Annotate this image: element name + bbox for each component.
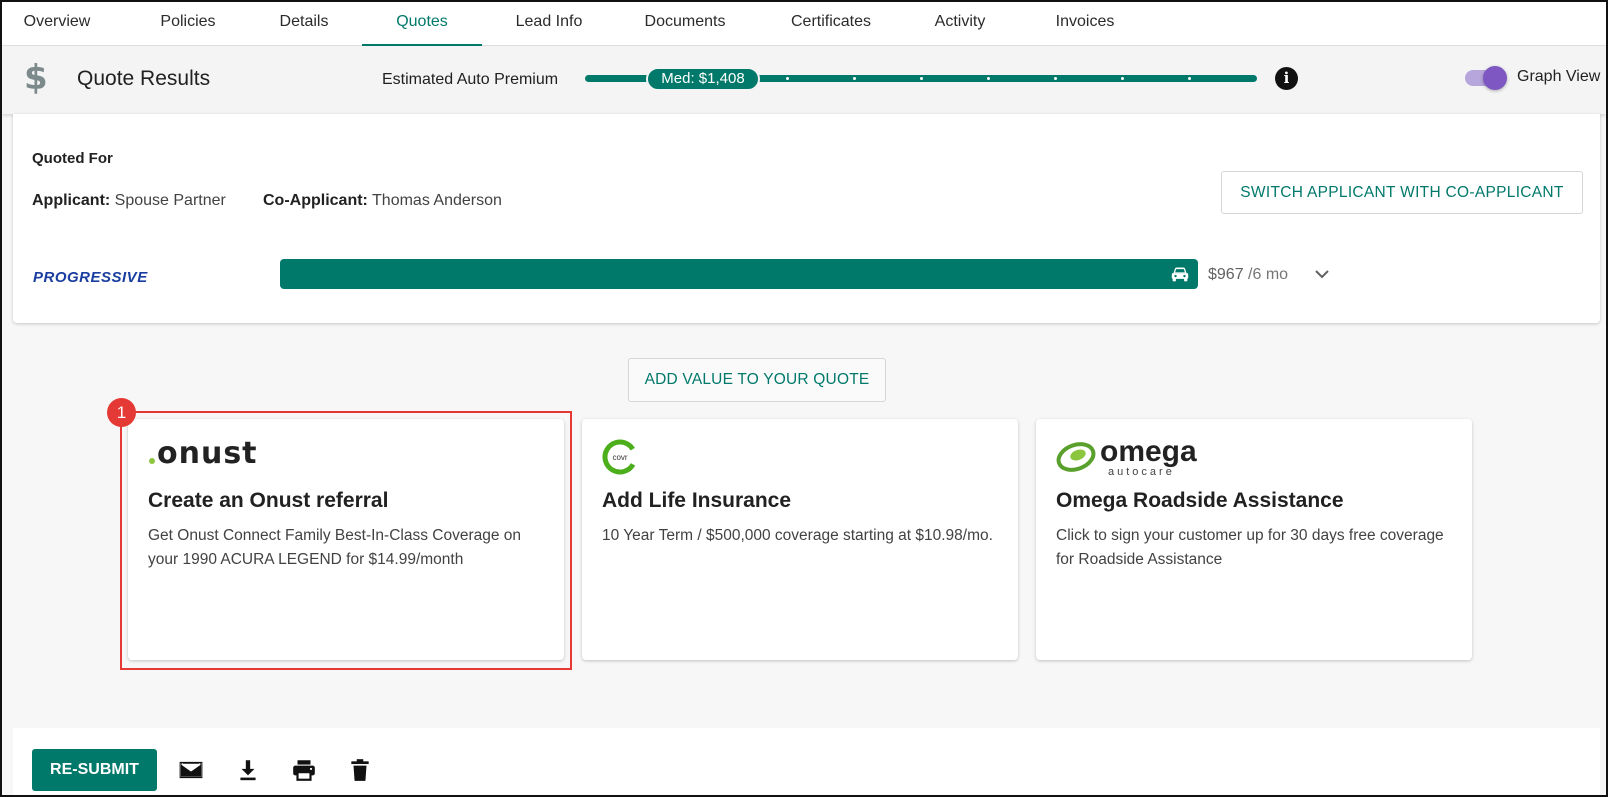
- offer-title: Add Life Insurance: [602, 489, 792, 512]
- annotation-badge: 1: [107, 398, 136, 427]
- estimate-label: Estimated Auto Premium: [382, 71, 559, 88]
- add-value-button[interactable]: ADD VALUE TO YOUR QUOTE: [628, 358, 886, 402]
- tab-invoices[interactable]: Invoices: [1038, 2, 1132, 46]
- page-title: Quote Results: [77, 67, 211, 90]
- applicant-name: Spouse Partner: [114, 192, 226, 209]
- tab-policies[interactable]: Policies: [140, 2, 236, 46]
- tab-lead-info[interactable]: Lead Info: [500, 2, 598, 46]
- graph-view-toggle-thumb[interactable]: [1483, 66, 1507, 90]
- tab-documents[interactable]: Documents: [630, 2, 740, 46]
- applicant-label: Applicant:: [32, 192, 111, 209]
- onust-logo-text: onust: [157, 437, 258, 467]
- offer-card-life-insurance[interactable]: covr Add Life Insurance 10 Year Term / $…: [582, 419, 1018, 660]
- quoted-for-title: Quoted For: [32, 150, 113, 167]
- offer-description: Click to sign your customer up for 30 da…: [1056, 527, 1444, 568]
- progressive-logo: PROGRESSIVE: [33, 269, 148, 286]
- carrier-price: $967 /6 mo: [1208, 266, 1288, 284]
- tab-certificates[interactable]: Certificates: [776, 2, 886, 46]
- omega-logo-text: omega: [1100, 437, 1197, 468]
- covr-logo: covr: [602, 437, 642, 482]
- co-applicant-name: Thomas Anderson: [372, 192, 502, 209]
- offer-title: Omega Roadside Assistance: [1056, 489, 1344, 512]
- tab-bar: Overview Policies Details Quotes Lead In…: [2, 2, 1606, 46]
- tab-activity[interactable]: Activity: [920, 2, 1000, 46]
- offer-description: Get Onust Connect Family Best-In-Class C…: [148, 527, 522, 568]
- dollar-icon: $: [24, 58, 48, 98]
- carrier-price-amount: $967: [1208, 266, 1244, 283]
- tab-details[interactable]: Details: [264, 2, 344, 46]
- carrier-price-term: /6 mo: [1243, 266, 1289, 283]
- delete-icon[interactable]: [347, 757, 373, 783]
- resubmit-button[interactable]: RE-SUBMIT: [32, 749, 157, 791]
- info-icon[interactable]: i: [1275, 67, 1298, 90]
- car-icon: [1171, 267, 1189, 282]
- omega-logo-subtext: autocare: [1108, 466, 1175, 478]
- omega-logo: omega autocare: [1056, 435, 1216, 484]
- email-icon[interactable]: [178, 757, 204, 783]
- applicant: Applicant: Spouse Partner: [32, 192, 226, 210]
- switch-applicant-button[interactable]: SWITCH APPLICANT WITH CO-APPLICANT: [1221, 171, 1583, 214]
- offer-card-onust[interactable]: onust Create an Onust referral Get Onust…: [128, 419, 564, 660]
- offer-card-omega[interactable]: omega autocare Omega Roadside Assistance…: [1036, 419, 1472, 660]
- co-applicant: Co-Applicant: Thomas Anderson: [263, 192, 502, 210]
- action-bar: RE-SUBMIT: [13, 728, 1600, 795]
- tab-overview[interactable]: Overview: [2, 2, 112, 46]
- download-icon[interactable]: [235, 757, 261, 783]
- quote-results-header: $ Quote Results Estimated Auto Premium M…: [2, 46, 1606, 114]
- graph-view-label: Graph View: [1517, 68, 1601, 85]
- median-premium-pill[interactable]: Med: $1,408: [646, 67, 760, 91]
- print-icon[interactable]: [291, 757, 317, 783]
- onust-logo: onust: [148, 436, 258, 472]
- chevron-down-icon[interactable]: [1314, 266, 1330, 282]
- co-applicant-label: Co-Applicant:: [263, 192, 368, 209]
- offer-description: 10 Year Term / $500,000 coverage startin…: [602, 527, 993, 544]
- covr-logo-text: covr: [612, 453, 627, 462]
- quoted-for-card: Quoted For Applicant: Spouse Partner Co-…: [13, 114, 1600, 323]
- carrier-premium-bar[interactable]: [280, 259, 1198, 289]
- offer-title: Create an Onust referral: [148, 489, 389, 512]
- tab-quotes[interactable]: Quotes: [362, 2, 482, 46]
